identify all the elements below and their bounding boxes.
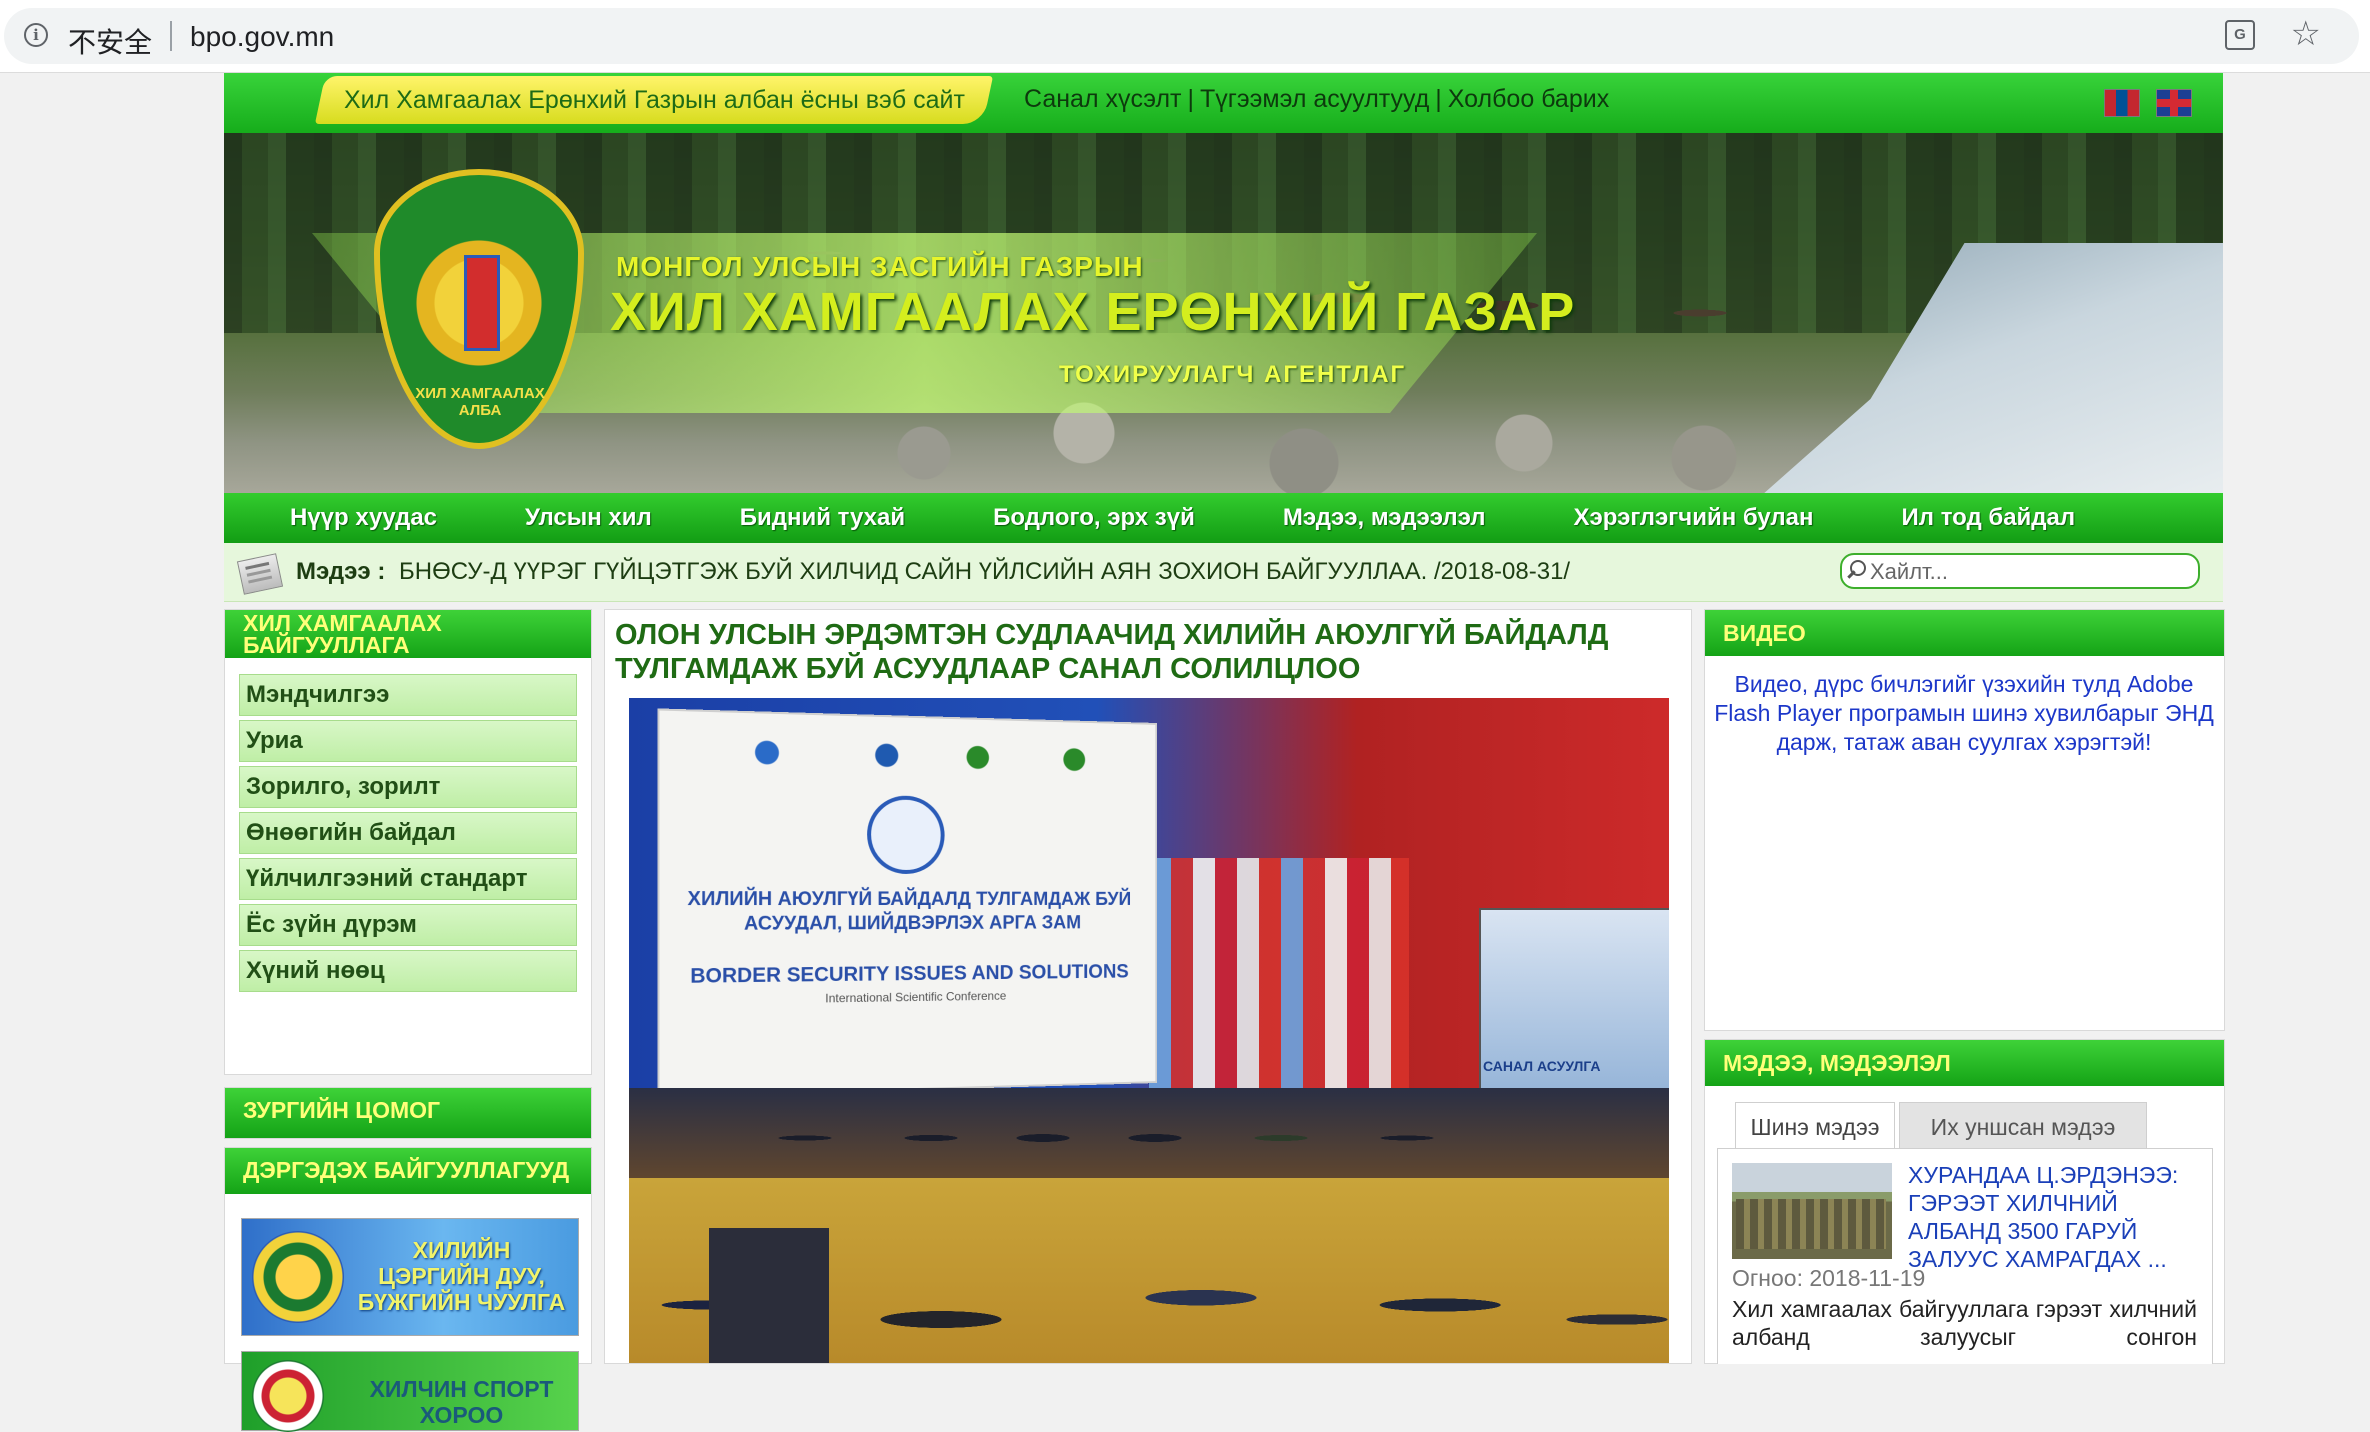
- sports-banner-text: ХИЛЧИН СПОРТ ХОРОО: [369, 1376, 554, 1428]
- browser-toolbar: i 不安全 bpo.gov.mn G ☆: [0, 0, 2370, 73]
- sponsor-logos-icon: [723, 737, 1137, 775]
- news-panel-title: МЭДЭЭ, МЭДЭЭЛЭЛ: [1705, 1040, 2224, 1086]
- news-thumbnail[interactable]: [1732, 1163, 1892, 1259]
- search-icon[interactable]: [1846, 558, 1866, 578]
- banner-title: ХИЛ ХАМГААЛАХ ЕРӨНХИЙ ГАЗАР: [610, 282, 1576, 342]
- banner-subtitle-bottom: ТОХИРУУЛАГЧ АГЕНТЛАГ: [1059, 361, 1407, 388]
- conference-photo[interactable]: ХИЛИЙН АЮУЛГҮЙ БАЙДАЛД ТУЛГАМДАЖ БУЙ АСУ…: [629, 698, 1669, 1363]
- banner-subtitle-top: МОНГОЛ УЛСЫН ЗАСГИЙН ГАЗРЫН: [616, 251, 1144, 282]
- news-panel: МЭДЭЭ, МЭДЭЭЛЭЛ Шинэ мэдээ Их уншсан мэд…: [1704, 1039, 2225, 1364]
- article-title[interactable]: ОЛОН УЛСЫН ЭРДЭМТЭН СУДЛААЧИД ХИЛИЙН АЮУ…: [615, 618, 1675, 686]
- sports-logo-icon: [252, 1360, 324, 1432]
- organization-panel: ХИЛ ХАМГААЛАХ БАЙГУУЛЛАГА Мэндчилгээ Ури…: [224, 609, 592, 1075]
- organization-panel-title: ХИЛ ХАМГААЛАХ БАЙГУУЛЛАГА: [225, 610, 591, 658]
- security-label[interactable]: 不安全: [68, 21, 152, 61]
- conference-logo-icon: [867, 795, 945, 875]
- mongolian-flag-icon[interactable]: [2104, 89, 2140, 117]
- link-separator: |: [1435, 85, 1442, 113]
- flash-player-notice[interactable]: Видео, дүрс бичлэгийг үзэхийн тулд Adobe…: [1709, 670, 2219, 757]
- news-item-title[interactable]: ХУРАНДАА Ц.ЭРДЭНЭЭ: ГЭРЭЭТ ХИЛЧНИЙ АЛБАН…: [1908, 1161, 2198, 1273]
- top-links: Санал хүсэлт | Түгээмэл асуултууд | Холбоо б…: [1024, 85, 1609, 114]
- song-dance-ensemble-banner[interactable]: ХИЛИЙН ЦЭРГИЙН ДУУ, БҮЖГИЙН ЧУУЛГА: [241, 1218, 579, 1336]
- news-list: ХУРАНДАА Ц.ЭРДЭНЭЭ: ГЭРЭЭТ ХИЛЧНИЙ АЛБАН…: [1717, 1148, 2213, 1364]
- soyombo-icon: [464, 255, 500, 351]
- menu-item-current-status[interactable]: Өнөөгийн байдал: [239, 812, 577, 854]
- nav-policy-law[interactable]: Бодлого, эрх зүй: [993, 504, 1195, 532]
- header-banner: ХИЛ ХАМГААЛАХ АЛБА МОНГОЛ УЛСЫН ЗАСГИЙН …: [224, 133, 2223, 493]
- conference-title-mn: ХИЛИЙН АЮУЛГҮЙ БАЙДАЛД ТУЛГАМДАЖ БУЙ АСУ…: [687, 888, 1132, 935]
- news-ticker: Мэдээ : БНӨСУ-Д ҮҮРЭГ ГҮЙЦЭТГЭЖ БУЙ ХИЛЧ…: [224, 543, 2223, 602]
- bookmark-star-icon[interactable]: ☆: [2291, 16, 2321, 52]
- video-panel: ВИДЕО Видео, дүрс бичлэгийг үзэхийн тулд…: [1704, 609, 2225, 1031]
- conference-subtitle: International Scientific Conference: [825, 988, 1007, 1006]
- conference-title-en: BORDER SECURITY ISSUES AND SOLUTIONS: [690, 961, 1129, 988]
- organization-menu: Мэндчилгээ Уриа Зорилго, зорилт Өнөөгийн…: [239, 674, 577, 996]
- address-divider: [170, 21, 172, 51]
- nav-transparency[interactable]: Ил тод байдал: [1902, 504, 2076, 532]
- menu-item-greeting[interactable]: Мэндчилгээ: [239, 674, 577, 716]
- featured-article: ОЛОН УЛСЫН ЭРДЭМТЭН СУДЛААЧИД ХИЛИЙН АЮУ…: [604, 609, 1692, 1364]
- emblem-text: ХИЛ ХАМГААЛАХ АЛБА: [415, 385, 545, 419]
- menu-item-goals[interactable]: Зорилго, зорилт: [239, 766, 577, 808]
- survey-screen: САНАЛ АСУУЛГА: [1479, 908, 1669, 1112]
- ticker-headline[interactable]: БНӨСУ-Д ҮҮРЭГ ГҮЙЦЭТГЭЖ БУЙ ХИЛЧИД САЙН …: [399, 558, 1570, 586]
- address-bar[interactable]: i 不安全 bpo.gov.mn G ☆: [4, 8, 2359, 64]
- main-navigation: Нүүр хуудас Улсын хил Бидний тухай Бодло…: [224, 493, 2223, 543]
- ensemble-banner-text: ХИЛИЙН ЦЭРГИЙН ДУУ, БҮЖГИЙН ЧУУЛГА: [357, 1237, 566, 1315]
- nav-state-border[interactable]: Улсын хил: [525, 504, 652, 532]
- search-input[interactable]: [1868, 558, 2192, 586]
- ensemble-logo-icon: [252, 1231, 344, 1323]
- nav-about[interactable]: Бидний тухай: [740, 504, 905, 532]
- nav-home[interactable]: Нүүр хуудас: [290, 504, 437, 532]
- menu-item-motto[interactable]: Уриа: [239, 720, 577, 762]
- tab-most-read[interactable]: Их уншсан мэдээ: [1899, 1102, 2147, 1150]
- podium-image: [709, 1228, 829, 1363]
- faq-link[interactable]: Түгээмэл асуултууд: [1200, 85, 1429, 113]
- tab-latest-news[interactable]: Шинэ мэдээ: [1735, 1102, 1895, 1150]
- menu-item-human-resources[interactable]: Хүний нөөц: [239, 950, 577, 992]
- survey-screen-text: САНАЛ АСУУЛГА: [1483, 1058, 1601, 1074]
- affiliates-panel: ДЭРГЭДЭХ БАЙГУУЛЛАГУУД ХИЛИЙН ЦЭРГИЙН ДУ…: [224, 1147, 592, 1432]
- ticker-label: Мэдээ :: [296, 558, 386, 585]
- search-box: [1840, 553, 2200, 589]
- photo-album-title[interactable]: ЗУРГИЙН ЦОМОГ: [225, 1088, 591, 1138]
- photo-album-panel[interactable]: ЗУРГИЙН ЦОМОГ: [224, 1087, 592, 1139]
- official-site-banner: Хил Хамгаалах Ерөнхий Газрын албан ёсны …: [314, 76, 994, 124]
- news-tabs: Шинэ мэдээ Их уншсан мэдээ: [1717, 1102, 2215, 1150]
- nav-user-corner[interactable]: Хэрэглэгчийн булан: [1574, 504, 1814, 532]
- url-text[interactable]: bpo.gov.mn: [190, 21, 334, 53]
- contact-link[interactable]: Холбоо барих: [1448, 85, 1609, 113]
- translate-icon[interactable]: G: [2225, 20, 2255, 50]
- info-icon[interactable]: i: [24, 23, 48, 47]
- feedback-link[interactable]: Санал хүсэлт: [1024, 85, 1182, 113]
- border-protection-emblem-icon[interactable]: ХИЛ ХАМГААЛАХ АЛБА: [374, 169, 584, 449]
- newspaper-icon: [236, 553, 284, 595]
- nav-news[interactable]: Мэдээ, мэдээлэл: [1283, 504, 1486, 532]
- video-panel-title: ВИДЕО: [1705, 610, 2224, 656]
- link-separator: |: [1187, 85, 1195, 113]
- english-flag-icon[interactable]: [2156, 89, 2192, 117]
- sports-committee-banner[interactable]: ХИЛЧИН СПОРТ ХОРОО: [241, 1351, 579, 1432]
- website: Хил Хамгаалах Ерөнхий Газрын албан ёсны …: [224, 73, 2225, 1432]
- conference-screen: ХИЛИЙН АЮУЛГҮЙ БАЙДАЛД ТУЛГАМДАЖ БУЙ АСУ…: [657, 708, 1158, 1098]
- top-bar: Хил Хамгаалах Ерөнхий Газрын албан ёсны …: [224, 73, 2223, 133]
- news-item-excerpt: Хил хамгаалах байгууллага гэрээт хилчний…: [1732, 1296, 2197, 1350]
- menu-item-code-of-ethics[interactable]: Ёс зүйн дүрэм: [239, 904, 577, 946]
- affiliates-title: ДЭРГЭДЭХ БАЙГУУЛЛАГУУД: [225, 1148, 591, 1194]
- news-item-date: Огноо: 2018-11-19: [1732, 1265, 1926, 1291]
- menu-item-service-standard[interactable]: Үйлчилгээний стандарт: [239, 858, 577, 900]
